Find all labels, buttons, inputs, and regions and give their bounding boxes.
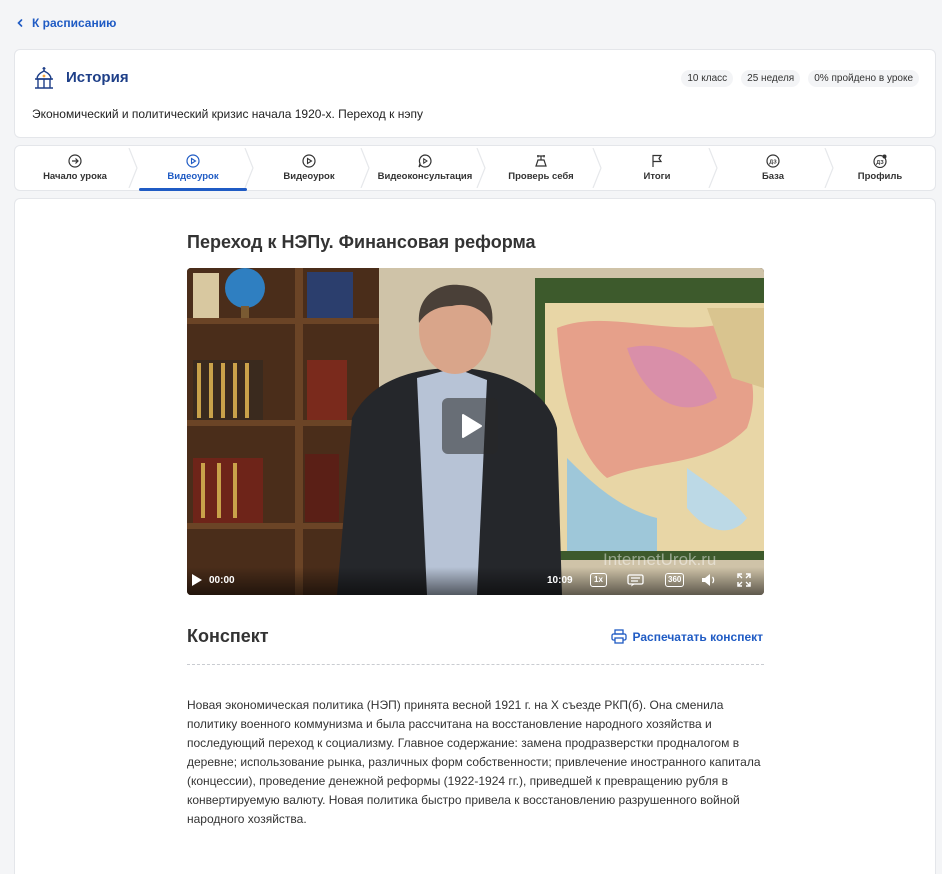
- tab-video-consultation[interactable]: Видеоконсультация: [367, 146, 483, 190]
- tab-label: Итоги: [643, 171, 671, 182]
- play-circle-icon: [302, 154, 316, 168]
- divider: [187, 664, 764, 665]
- print-label: Распечатать конспект: [632, 629, 764, 644]
- lesson-steps-tabs: Начало урока Видеоурок Видеоурок Видеоко…: [14, 145, 936, 191]
- tab-label: Видеоурок: [283, 171, 335, 182]
- printer-icon: [610, 629, 627, 644]
- video-controls: 00:00 10:09 1x 360: [187, 567, 764, 595]
- tab-label: Проверь себя: [508, 171, 574, 182]
- tab-label: Видеоконсультация: [377, 171, 473, 182]
- quality-button[interactable]: 360: [665, 573, 685, 587]
- play-small-icon[interactable]: [191, 573, 203, 587]
- lesson-topic: Экономический и политический кризис нача…: [32, 107, 423, 121]
- current-time: 00:00: [209, 575, 235, 586]
- tab-label: База: [761, 171, 785, 182]
- konspekt-text: Новая экономическая политика (НЭП) приня…: [187, 698, 761, 826]
- subject-title: История: [66, 69, 129, 86]
- back-label: К расписанию: [32, 16, 117, 30]
- konspekt-title: Конспект: [187, 626, 269, 646]
- grade-badge: 10 класс: [681, 70, 734, 87]
- tab-label: Видеоурок: [167, 171, 219, 182]
- speed-button[interactable]: 1x: [590, 573, 607, 587]
- tab-results[interactable]: Итоги: [599, 146, 715, 190]
- tab-video-lesson-2[interactable]: Видеоурок: [251, 146, 367, 190]
- play-icon: [462, 414, 482, 438]
- volume-icon[interactable]: [701, 573, 717, 587]
- print-konspekt-link[interactable]: Распечатать конспект: [610, 629, 764, 644]
- duration: 10:09: [547, 575, 573, 586]
- dz-star-icon: ДЗ: [873, 154, 887, 168]
- lesson-badges: 10 класс 25 неделя 0% пройдено в уроке: [681, 70, 919, 87]
- tab-profile[interactable]: ДЗ Профиль: [825, 146, 935, 190]
- test-icon: [535, 155, 547, 167]
- history-dome-icon: [35, 67, 53, 89]
- dz-icon: ДЗ: [766, 154, 780, 168]
- subtitles-icon[interactable]: [627, 574, 644, 587]
- svg-text:ДЗ: ДЗ: [876, 160, 884, 166]
- week-badge: 25 неделя: [741, 70, 801, 87]
- video-title: Переход к НЭПу. Финансовая реформа: [187, 232, 536, 252]
- lesson-content-card: Переход к НЭПу. Финансовая реформа Inter…: [14, 198, 936, 874]
- tab-lesson-start[interactable]: Начало урока: [17, 146, 133, 190]
- flag-icon: [652, 154, 663, 167]
- tab-label: Начало урока: [43, 171, 107, 182]
- subject-card: История 10 класс 25 неделя 0% пройдено в…: [14, 49, 936, 138]
- tab-video-lesson-1[interactable]: Видеоурок: [135, 146, 251, 191]
- tab-base[interactable]: ДЗ База: [715, 146, 831, 190]
- fullscreen-icon[interactable]: [737, 573, 751, 587]
- svg-text:ДЗ: ДЗ: [769, 159, 777, 165]
- chevron-left-icon: [17, 19, 23, 27]
- tab-self-check[interactable]: Проверь себя: [483, 146, 599, 190]
- chat-play-icon: [418, 154, 432, 168]
- video-player[interactable]: InternetUrok.ru 00:00 10:09 1x 360: [187, 268, 764, 595]
- tab-label: Профиль: [857, 171, 903, 182]
- big-play-button[interactable]: [442, 398, 498, 454]
- back-to-schedule-link[interactable]: К расписанию: [16, 16, 116, 30]
- arrow-circle-icon: [68, 154, 82, 168]
- progress-badge: 0% пройдено в уроке: [808, 70, 919, 87]
- play-circle-icon: [186, 154, 200, 168]
